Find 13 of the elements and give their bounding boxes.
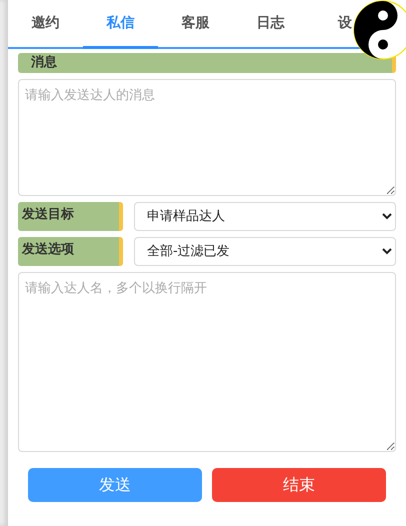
field-label: 发送目标 <box>18 202 123 231</box>
section-header: 消息 <box>18 53 396 73</box>
tab[interactable]: 邀约 <box>8 0 83 49</box>
tab[interactable]: 客服 <box>158 0 233 49</box>
field-label: 发送选项 <box>18 237 123 266</box>
names-field[interactable]: 请输入达人名，多个以换行隔开 <box>18 272 396 452</box>
message-field[interactable]: 请输入发送达人的消息 <box>18 79 396 196</box>
tab[interactable]: 设 <box>308 0 352 49</box>
end-button[interactable]: 结束 <box>212 468 386 502</box>
yin-yang-icon[interactable] <box>353 0 406 60</box>
tab[interactable]: 日志 <box>233 0 308 49</box>
dropdown[interactable]: 全部-过滤已发 <box>134 237 396 266</box>
dropdown[interactable]: 申请样品达人 <box>134 202 396 231</box>
